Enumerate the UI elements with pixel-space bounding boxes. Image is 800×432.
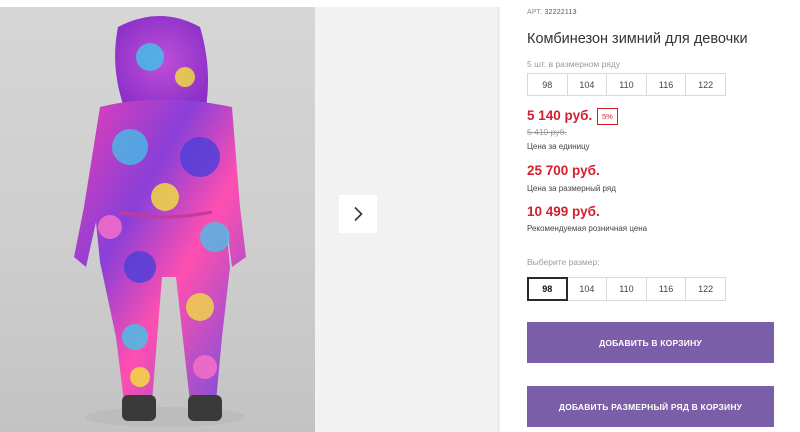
article-number: АРТ. 32222113 [527, 9, 577, 16]
pack-size-cell: 104 [566, 73, 608, 96]
product-gallery [0, 7, 500, 432]
price-per-row-note: Цена за размерный ряд [527, 184, 616, 193]
old-price: 5 410 руб. [527, 127, 567, 137]
size-option-116[interactable]: 116 [645, 277, 687, 301]
price-per-unit-note: Цена за единицу [527, 142, 590, 151]
retail-price-note: Рекомендуемая розничная цена [527, 224, 648, 233]
pack-size-cell: 110 [606, 73, 647, 96]
article-value: 32222113 [544, 9, 577, 16]
size-option-110[interactable]: 110 [606, 277, 647, 301]
product-title: Комбинезон зимний для девочки [527, 31, 748, 47]
add-size-row-to-cart-button[interactable]: ДОБАВИТЬ РАЗМЕРНЫЙ РЯД В КОРЗИНУ [527, 386, 774, 427]
vertical-divider [498, 7, 499, 432]
pack-size-cell: 116 [645, 73, 687, 96]
price-per-row: 25 700 руб. [527, 163, 600, 178]
pack-sizes-row: 98 104 110 116 122 [527, 73, 726, 96]
size-option-122[interactable]: 122 [685, 277, 726, 301]
size-option-98[interactable]: 98 [527, 277, 568, 301]
pack-label: 5 шт. в размерном ряду [527, 59, 621, 69]
gallery-next-button[interactable] [339, 195, 377, 233]
price-per-unit: 5 140 руб. [527, 108, 593, 123]
size-selector: 98 104 110 116 122 [527, 277, 726, 301]
product-photo[interactable] [0, 7, 315, 432]
chevron-right-icon [354, 206, 363, 222]
discount-badge: 5% [597, 108, 618, 125]
retail-price: 10 499 руб. [527, 204, 600, 219]
pack-size-cell: 98 [527, 73, 568, 96]
choose-size-label: Выберите размер: [527, 257, 600, 267]
article-label: АРТ. [527, 9, 543, 16]
add-to-cart-button[interactable]: ДОБАВИТЬ В КОРЗИНУ [527, 322, 774, 363]
jumpsuit-illustration [74, 16, 246, 427]
pack-size-cell: 122 [685, 73, 726, 96]
size-option-104[interactable]: 104 [566, 277, 608, 301]
